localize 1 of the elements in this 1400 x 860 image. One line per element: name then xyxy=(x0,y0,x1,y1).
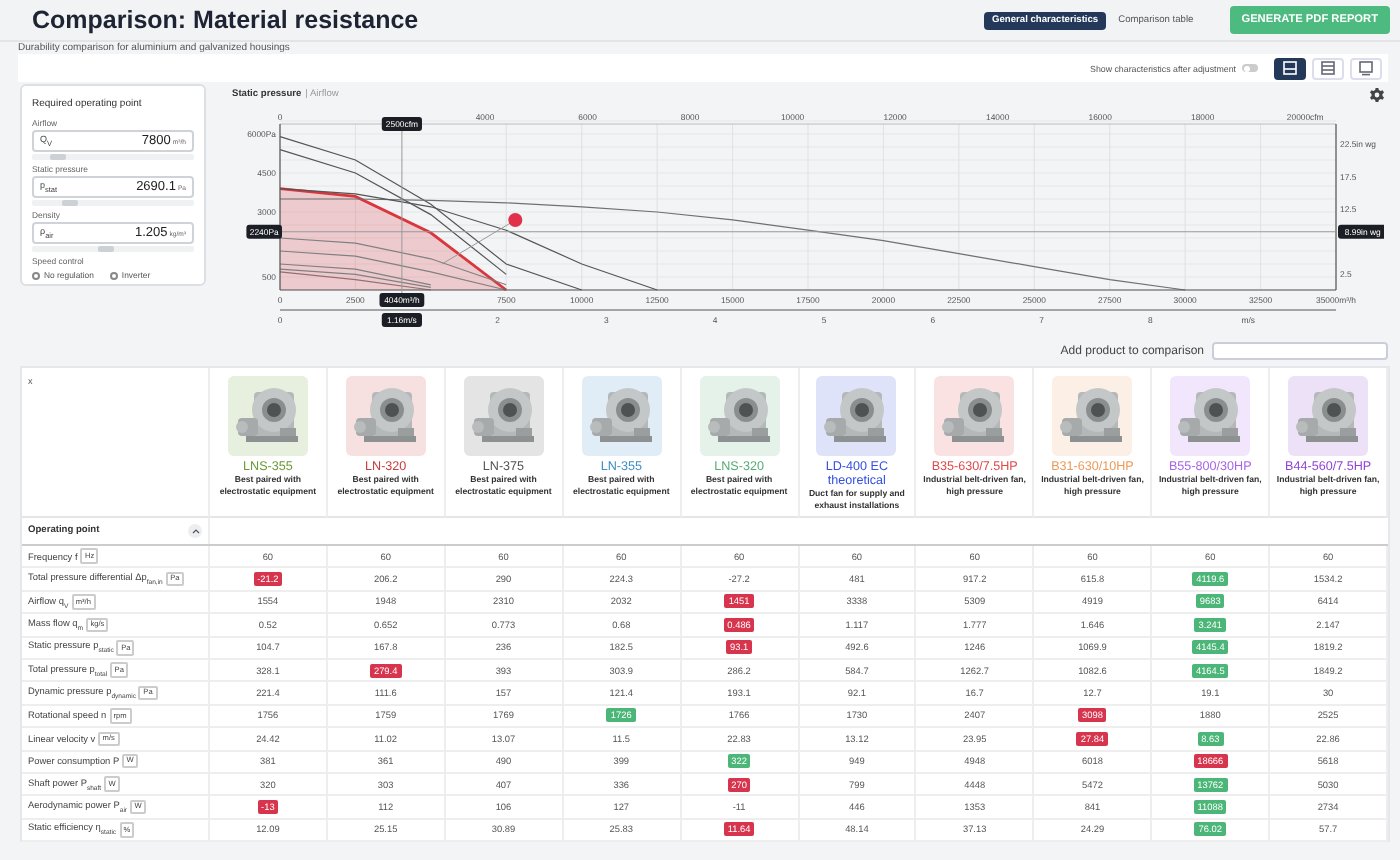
page-title: Comparison: Material resistance xyxy=(32,6,421,34)
